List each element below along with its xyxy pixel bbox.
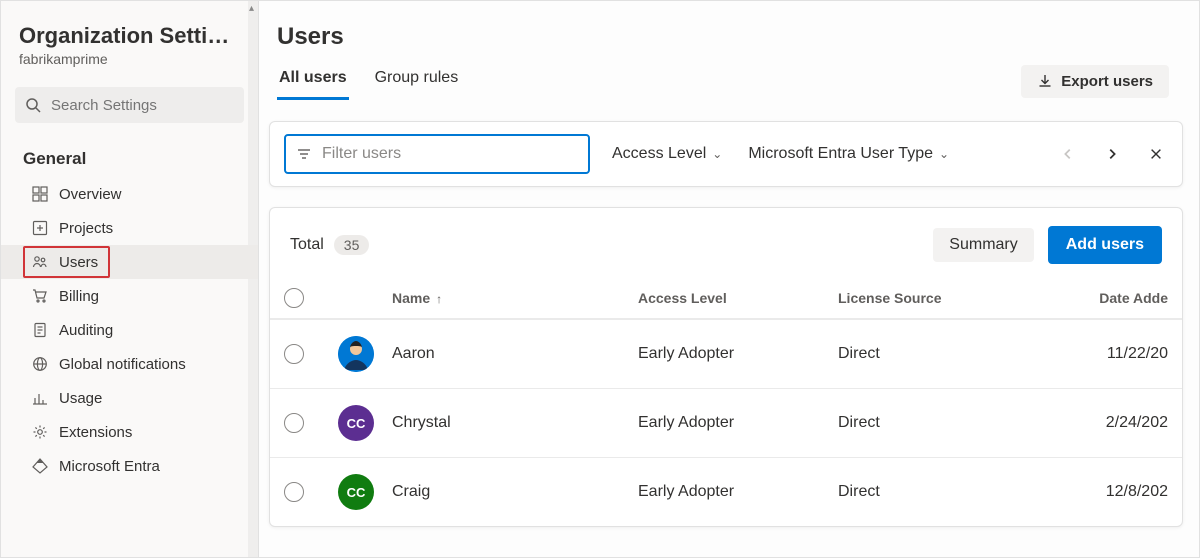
- sidebar-item-label: Overview: [59, 186, 122, 203]
- download-icon: [1037, 73, 1053, 89]
- cell-name: Aaron: [392, 345, 638, 363]
- users-table-card: Total 35 Summary Add users Name↑ Access …: [269, 207, 1183, 527]
- filter-entra-user-type-label: Microsoft Entra User Type: [748, 145, 933, 163]
- gear-icon: [31, 423, 49, 441]
- filter-access-level-label: Access Level: [612, 145, 706, 163]
- sidebar: ▴ Organization Settin… fabrikamprime Gen…: [1, 1, 259, 557]
- export-users-button[interactable]: Export users: [1021, 65, 1169, 98]
- cell-date: 11/22/20: [1038, 345, 1168, 363]
- users-grid: Name↑ Access Level License Source Date A…: [270, 278, 1182, 526]
- column-header-license[interactable]: License Source: [838, 290, 1038, 306]
- sidebar-item-billing[interactable]: Billing: [1, 279, 258, 313]
- entra-icon: [31, 457, 49, 475]
- sidebar-item-overview[interactable]: Overview: [1, 177, 258, 211]
- tab-all-users[interactable]: All users: [277, 61, 349, 100]
- filter-access-level-dropdown[interactable]: Access Level ⌄: [608, 139, 726, 169]
- chart-icon: [31, 389, 49, 407]
- sidebar-item-microsoft-entra[interactable]: Microsoft Entra: [1, 449, 258, 483]
- filter-users-field[interactable]: [284, 134, 590, 174]
- sidebar-item-label: Extensions: [59, 424, 132, 441]
- cart-icon: [31, 287, 49, 305]
- globe-icon: [31, 355, 49, 373]
- sidebar-item-projects[interactable]: Projects: [1, 211, 258, 245]
- summary-button[interactable]: Summary: [933, 228, 1033, 262]
- column-header-date[interactable]: Date Adde: [1038, 290, 1168, 306]
- people-icon: [31, 253, 49, 271]
- sidebar-title: Organization Settin…: [19, 23, 239, 49]
- plus-box-icon: [31, 219, 49, 237]
- page-title: Users: [277, 23, 1169, 51]
- table-row[interactable]: Aaron Early Adopter Direct 11/22/20: [270, 319, 1182, 388]
- pager-next-button[interactable]: [1100, 142, 1124, 166]
- row-checkbox[interactable]: [284, 482, 304, 502]
- column-header-access[interactable]: Access Level: [638, 290, 838, 306]
- cell-name: Chrystal: [392, 414, 638, 432]
- sidebar-item-global-notifications[interactable]: Global notifications: [1, 347, 258, 381]
- grid-icon: [31, 185, 49, 203]
- add-users-button[interactable]: Add users: [1048, 226, 1162, 264]
- filter-bar: Access Level ⌄ Microsoft Entra User Type…: [269, 121, 1183, 187]
- filter-entra-user-type-dropdown[interactable]: Microsoft Entra User Type ⌄: [744, 139, 953, 169]
- avatar: CC: [338, 474, 374, 510]
- filter-icon: [296, 146, 320, 162]
- sidebar-scrollbar[interactable]: ▴: [248, 1, 258, 557]
- total-count-badge: 35: [334, 235, 370, 255]
- sidebar-subtitle: fabrikamprime: [19, 51, 240, 67]
- sidebar-item-label: Microsoft Entra: [59, 458, 160, 475]
- chevron-down-icon: ⌄: [712, 147, 722, 161]
- row-checkbox[interactable]: [284, 413, 304, 433]
- select-all-checkbox[interactable]: [284, 288, 304, 308]
- table-row[interactable]: CC Craig Early Adopter Direct 12/8/202: [270, 457, 1182, 526]
- search-icon: [25, 97, 49, 113]
- sidebar-search[interactable]: [15, 87, 244, 123]
- cell-license: Direct: [838, 483, 1038, 501]
- tabs: All users Group rules: [277, 61, 460, 101]
- tab-group-rules[interactable]: Group rules: [373, 61, 461, 100]
- sidebar-item-usage[interactable]: Usage: [1, 381, 258, 415]
- main-content: Users All users Group rules Export users: [259, 1, 1199, 557]
- cell-access: Early Adopter: [638, 414, 838, 432]
- column-header-name[interactable]: Name↑: [392, 290, 638, 306]
- avatar: [338, 336, 374, 372]
- export-users-label: Export users: [1061, 73, 1153, 90]
- table-row[interactable]: CC Chrystal Early Adopter Direct 2/24/20…: [270, 388, 1182, 457]
- cell-date: 12/8/202: [1038, 483, 1168, 501]
- clear-filters-button[interactable]: [1144, 142, 1168, 166]
- sidebar-item-auditing[interactable]: Auditing: [1, 313, 258, 347]
- filter-users-input[interactable]: [320, 144, 578, 164]
- avatar: CC: [338, 405, 374, 441]
- sidebar-search-input[interactable]: [49, 96, 234, 115]
- sort-ascending-icon: ↑: [436, 292, 442, 306]
- sidebar-section-general: General: [1, 131, 258, 177]
- sidebar-item-users[interactable]: Users: [1, 245, 258, 279]
- sidebar-item-label: Global notifications: [59, 356, 186, 373]
- sidebar-item-extensions[interactable]: Extensions: [1, 415, 258, 449]
- sidebar-item-label: Usage: [59, 390, 102, 407]
- cell-access: Early Adopter: [638, 483, 838, 501]
- cell-name: Craig: [392, 483, 638, 501]
- cell-date: 2/24/202: [1038, 414, 1168, 432]
- pager-prev-button[interactable]: [1056, 142, 1080, 166]
- sidebar-item-label: Auditing: [59, 322, 113, 339]
- document-icon: [31, 321, 49, 339]
- row-checkbox[interactable]: [284, 344, 304, 364]
- sidebar-item-label: Billing: [59, 288, 99, 305]
- sidebar-nav: Overview Projects Users Billing Auditing: [1, 177, 258, 483]
- cell-license: Direct: [838, 414, 1038, 432]
- sidebar-item-label: Users: [59, 254, 98, 271]
- sidebar-item-label: Projects: [59, 220, 113, 237]
- grid-header-row: Name↑ Access Level License Source Date A…: [270, 278, 1182, 319]
- total-label: Total: [290, 236, 324, 254]
- chevron-down-icon: ⌄: [939, 147, 949, 161]
- cell-access: Early Adopter: [638, 345, 838, 363]
- cell-license: Direct: [838, 345, 1038, 363]
